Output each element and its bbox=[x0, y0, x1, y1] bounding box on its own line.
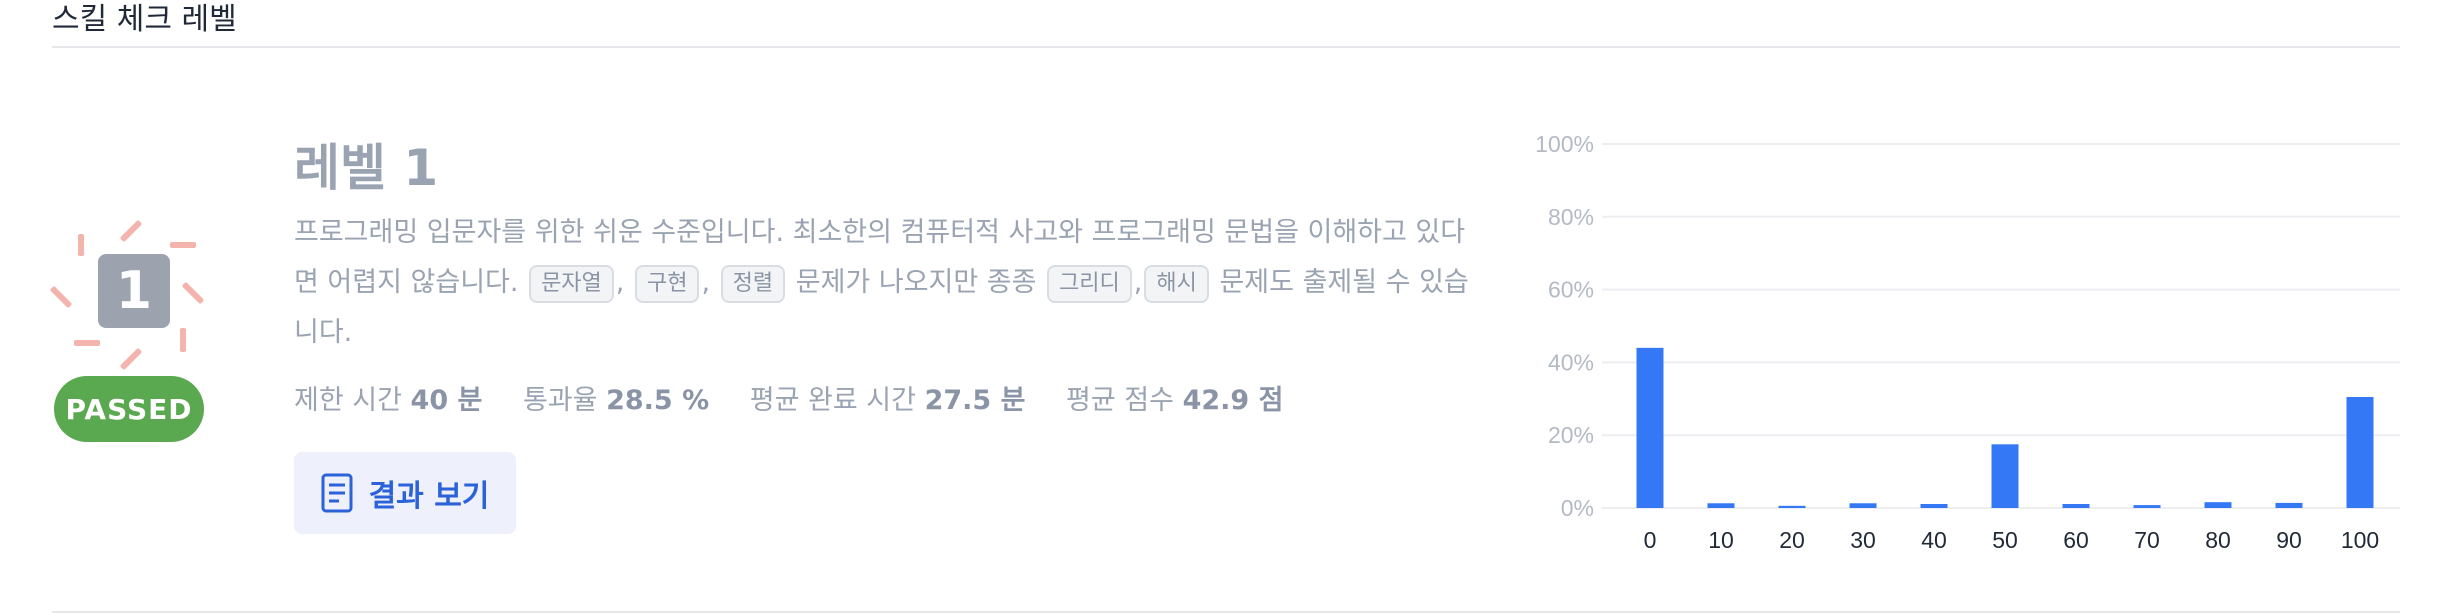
bar[interactable] bbox=[2275, 502, 2303, 508]
x-tick-label: 60 bbox=[2063, 527, 2089, 553]
bar[interactable] bbox=[1778, 505, 1806, 508]
level-number: 1 bbox=[98, 254, 170, 328]
x-tick-label: 90 bbox=[2276, 527, 2302, 553]
tag-greedy[interactable]: 그리디 bbox=[1047, 264, 1132, 303]
x-tick-label: 100 bbox=[2341, 527, 2379, 553]
score-distribution-chart: 0% 20% 40% 60% 80% 100% 0 10 20 30 40 50 60 70 80 90 100 bbox=[1535, 131, 2400, 553]
tag-implementation[interactable]: 구현 bbox=[634, 264, 700, 303]
bar[interactable] bbox=[1991, 444, 2019, 508]
description-text: 문제가 나오지만 종종 bbox=[795, 267, 1037, 298]
x-tick-label: 30 bbox=[1850, 527, 1876, 553]
view-result-label: 결과 보기 bbox=[368, 479, 490, 514]
bar[interactable] bbox=[1920, 503, 1948, 508]
stat-pass-rate: 통과율 28.5 % bbox=[522, 385, 710, 416]
y-tick-label: 60% bbox=[1548, 277, 1594, 303]
stat-avg-time: 평균 완료 시간 27.5 분 bbox=[749, 385, 1026, 416]
x-tick-label: 0 bbox=[1644, 527, 1657, 553]
level-description: 프로그래밍 입문자를 위한 쉬운 수준입니다. 최소한의 컴퓨터적 사고와 프로… bbox=[294, 208, 1474, 358]
divider bbox=[52, 611, 2400, 613]
tag-separator: , bbox=[701, 267, 711, 298]
bar[interactable] bbox=[1636, 347, 1664, 508]
status-badge: PASSED bbox=[54, 376, 204, 442]
y-tick-label: 100% bbox=[1535, 131, 1594, 157]
view-result-button[interactable]: 결과 보기 bbox=[294, 452, 516, 534]
x-tick-label: 20 bbox=[1779, 527, 1805, 553]
bar[interactable] bbox=[1849, 503, 1877, 508]
tag-sort[interactable]: 정렬 bbox=[720, 264, 786, 303]
tag-separator: , bbox=[615, 267, 625, 298]
section-title: 스킬 체크 레벨 bbox=[52, 2, 237, 37]
level-title: 레벨 1 bbox=[294, 139, 439, 197]
bar[interactable] bbox=[2133, 505, 2161, 508]
stat-avg-score: 평균 점수 42.9 점 bbox=[1066, 385, 1284, 416]
y-tick-label: 20% bbox=[1548, 422, 1594, 448]
x-tick-label: 70 bbox=[2134, 527, 2160, 553]
x-tick-label: 40 bbox=[1921, 527, 1947, 553]
tag-separator: , bbox=[1133, 267, 1143, 298]
tag-string[interactable]: 문자열 bbox=[529, 264, 614, 303]
level-badge: 1 PASSED bbox=[44, 200, 224, 450]
bar[interactable] bbox=[2346, 396, 2374, 508]
x-tick-label: 50 bbox=[1992, 527, 2018, 553]
y-tick-label: 80% bbox=[1548, 204, 1594, 230]
y-tick-label: 40% bbox=[1548, 349, 1594, 375]
document-icon bbox=[321, 473, 353, 513]
y-tick-label: 0% bbox=[1561, 495, 1594, 521]
x-tick-label: 10 bbox=[1708, 527, 1734, 553]
x-tick-label: 80 bbox=[2205, 527, 2231, 553]
stat-time-limit: 제한 시간 40 분 bbox=[294, 385, 483, 416]
bar[interactable] bbox=[2062, 503, 2090, 508]
bar[interactable] bbox=[2204, 502, 2232, 508]
divider bbox=[52, 46, 2400, 48]
level-stats: 제한 시간 40 분 통과율 28.5 % 평균 완료 시간 27.5 분 평균… bbox=[294, 378, 1315, 417]
bar[interactable] bbox=[1707, 503, 1735, 508]
tag-hash[interactable]: 해시 bbox=[1144, 264, 1209, 303]
